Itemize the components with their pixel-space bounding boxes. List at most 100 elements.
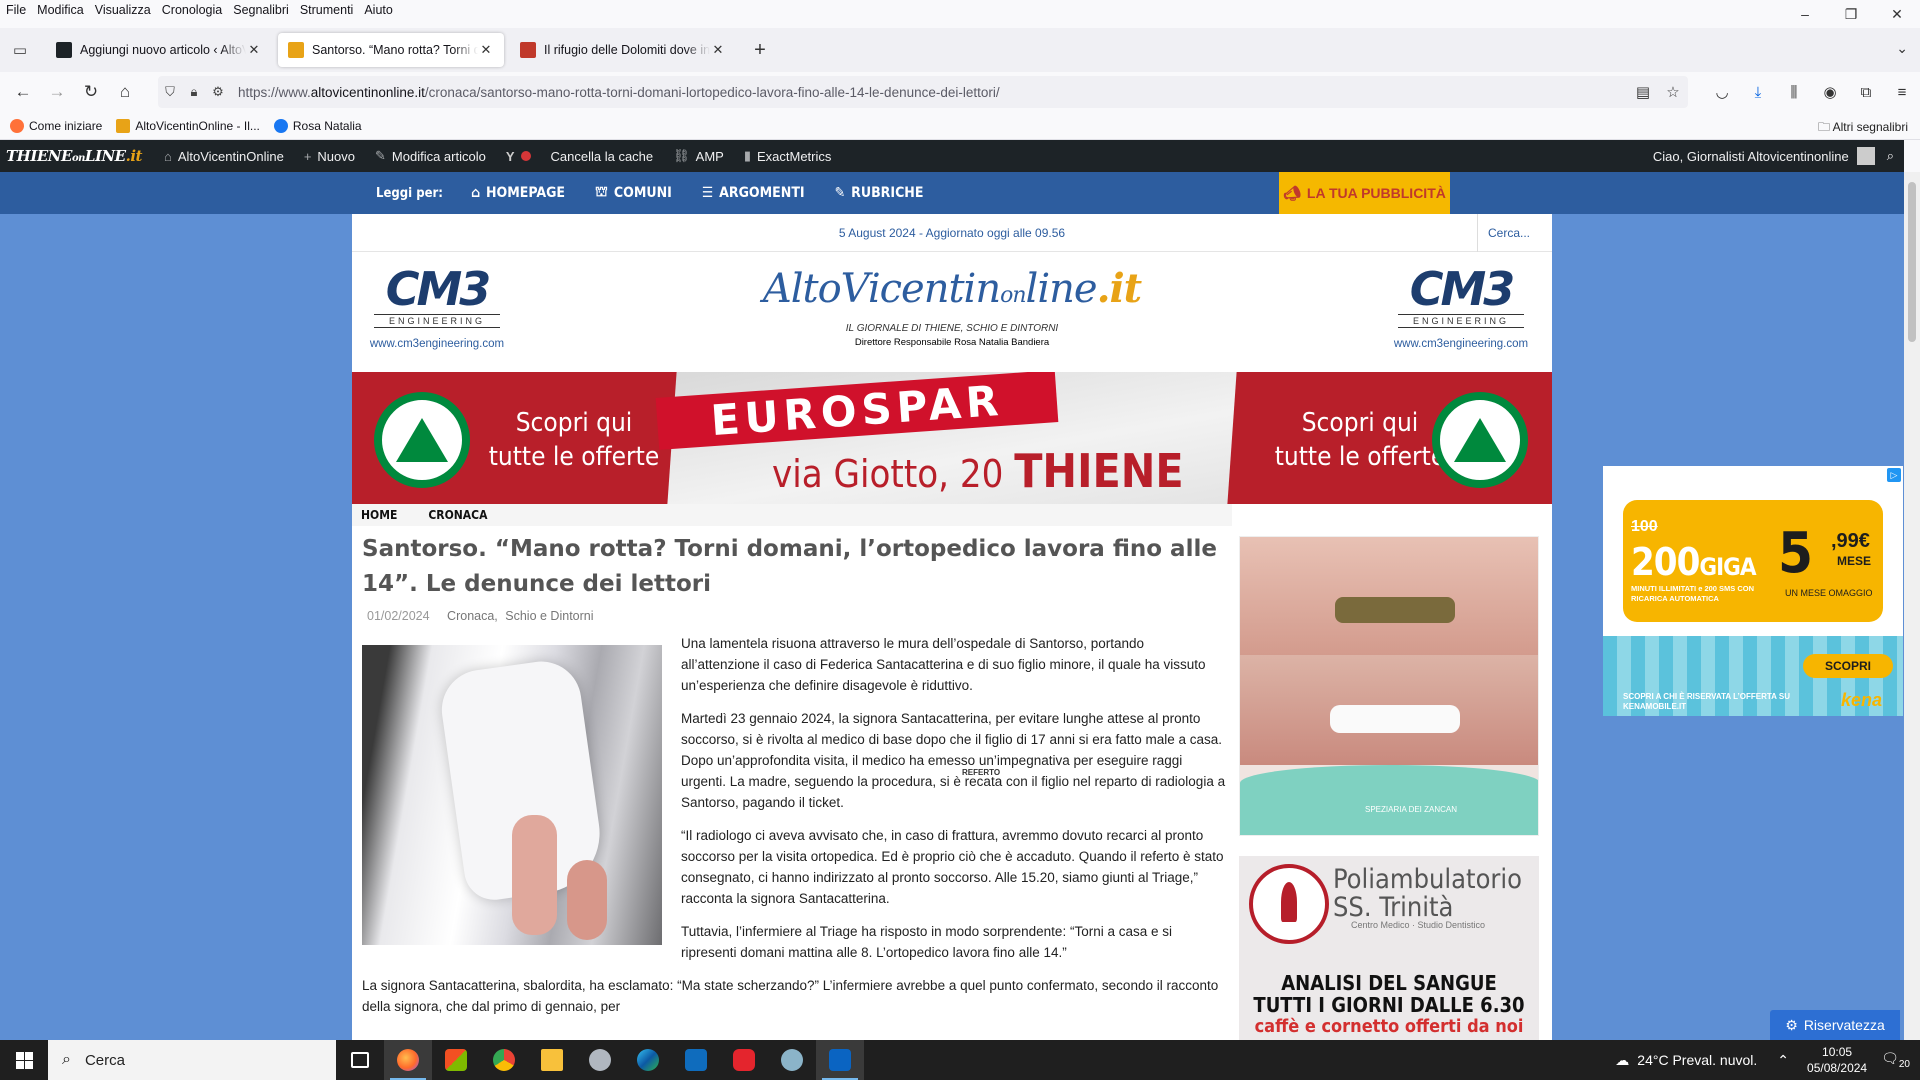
extensions-icon[interactable]: ⧉	[1848, 84, 1884, 101]
megaphone-icon: 📣︎	[1283, 184, 1301, 201]
wp-yoast[interactable]: Y	[496, 140, 541, 172]
wp-site-name[interactable]: ⌂ AltoVicentinOnline	[154, 140, 294, 172]
tab-santorso-article[interactable]: Santorso. “Mano rotta? Torni domani, l’o…	[278, 33, 504, 67]
breadcrumb-cronaca[interactable]: CRONACA	[428, 508, 487, 522]
avatar[interactable]	[1856, 147, 1875, 165]
nav-argomenti[interactable]: ☰ ARGOMENTI	[702, 185, 805, 201]
bookmark-star-icon[interactable]: ☆	[1658, 83, 1688, 101]
url-bar[interactable]: ⛉ 🔒︎ ⚙︎ https://www.altovicentinonline.i…	[158, 76, 1688, 108]
close-tab-icon[interactable]: ✕	[710, 42, 726, 58]
app2-taskbar-icon[interactable]	[768, 1040, 816, 1080]
other-bookmarks[interactable]: 🗀 Altri segnalibri	[1818, 118, 1908, 139]
search-icon[interactable]: ⌕	[1887, 148, 1894, 164]
taskbar-search[interactable]: ⌕ Cerca	[48, 1040, 336, 1080]
page-scrollbar[interactable]	[1904, 172, 1920, 1040]
mail-taskbar-icon[interactable]	[672, 1040, 720, 1080]
close-window-button[interactable]: ✕	[1874, 0, 1920, 28]
article-image[interactable]	[362, 645, 662, 945]
bookmark-rosa-natalia[interactable]: Rosa Natalia	[273, 118, 362, 133]
dashboard-icon: ⌂	[163, 148, 172, 164]
reload-icon[interactable]: ↻	[74, 76, 108, 108]
clock[interactable]: 10:05 05/08/2024	[1807, 1044, 1867, 1076]
reader-view-icon[interactable]: ▤	[1628, 83, 1658, 101]
kena-mobile-ad[interactable]: ▷ 100 200GIGA MINUTI ILLIMITATI e 200 SM…	[1603, 466, 1903, 716]
list-icon: ☰	[701, 185, 714, 201]
acrobat-taskbar-icon[interactable]	[720, 1040, 768, 1080]
privacy-settings-button[interactable]: ⚙ Riservatezza	[1770, 1010, 1900, 1040]
bookmark-come-iniziare[interactable]: Come iniziare	[10, 118, 102, 133]
pocket-icon[interactable]: ◡	[1704, 83, 1740, 101]
menu-aiuto[interactable]: Aiuto	[358, 3, 398, 17]
edge-taskbar-icon[interactable]	[624, 1040, 672, 1080]
tab-aggiungi-articolo[interactable]: Aggiungi nuovo articolo ‹ AltoVicentinOn…	[46, 33, 272, 67]
wp-edit-post[interactable]: ✎ Modifica articolo	[365, 140, 496, 172]
cm3-ad-right[interactable]: CM3 ENGINEERING www.cm3engineering.com	[1386, 266, 1536, 350]
account-icon[interactable]: ◉	[1812, 83, 1848, 101]
minimize-button[interactable]: –	[1782, 0, 1828, 28]
search-input[interactable]: Cerca...	[1477, 214, 1552, 252]
menu-visualizza[interactable]: Visualizza	[89, 3, 156, 17]
new-tab-icon[interactable]: +	[744, 39, 776, 62]
facebook-icon	[273, 118, 288, 133]
favicon-icon	[56, 42, 72, 58]
wp-clear-cache[interactable]: Cancella la cache	[541, 140, 664, 172]
nav-comuni[interactable]: ⛫ COMUNI	[595, 184, 672, 202]
back-icon[interactable]: ←	[6, 76, 40, 108]
menu-modifica[interactable]: Modifica	[31, 3, 89, 17]
store-taskbar-icon[interactable]	[432, 1040, 480, 1080]
wp-amp[interactable]: ⛓︎ AMP	[663, 140, 734, 172]
permissions-icon[interactable]: ⚙︎	[206, 84, 230, 100]
downloads-icon[interactable]: ⤓	[1740, 84, 1776, 101]
lock-icon[interactable]: 🔒︎	[182, 84, 206, 100]
firefox-view-icon[interactable]: ▭	[0, 28, 40, 72]
dental-ad[interactable]: SPEZIARIA DEI ZANCAN	[1239, 536, 1539, 836]
wp-greeting[interactable]: Ciao, Giornalisti Altovicentinonline	[1653, 149, 1849, 164]
nav-rubriche[interactable]: ✎ RUBRICHE	[835, 185, 924, 201]
leggi-per-label: Leggi per:	[376, 185, 443, 201]
file-explorer-taskbar-icon[interactable]	[528, 1040, 576, 1080]
outlook-taskbar-icon[interactable]	[816, 1040, 864, 1080]
poliambulatorio-ad[interactable]: Poliambulatorio SS. Trinità Centro Medico…	[1239, 856, 1539, 1040]
notifications-icon[interactable]: 🗨︎20	[1881, 1050, 1910, 1070]
tracking-shield-icon[interactable]: ⛉	[158, 84, 182, 100]
cm3-ad-left[interactable]: CM3 ENGINEERING www.cm3engineering.com	[362, 266, 512, 350]
library-icon[interactable]: ⫼	[1776, 84, 1812, 101]
menu-cronologia[interactable]: Cronologia	[156, 3, 227, 17]
tab-rifugio-dolomiti[interactable]: Il rifugio delle Dolomiti dove in ✕	[510, 33, 736, 67]
close-tab-icon[interactable]: ✕	[246, 42, 262, 58]
menu-segnalibri[interactable]: Segnalibri	[227, 3, 294, 17]
spar-logo-icon	[1432, 392, 1528, 488]
ad-info-icon[interactable]: ▷	[1887, 468, 1901, 482]
app-taskbar-icon[interactable]	[576, 1040, 624, 1080]
home-icon[interactable]: ⌂	[108, 76, 142, 108]
task-view-icon[interactable]	[336, 1040, 384, 1080]
wp-new[interactable]: + Nuovo	[294, 140, 365, 172]
restore-button[interactable]: ❐	[1828, 0, 1874, 28]
firefox-taskbar-icon[interactable]	[384, 1040, 432, 1080]
app-menu-icon[interactable]: ≡	[1884, 84, 1920, 101]
eurospar-banner-ad[interactable]: Scopri qui tutte le offerte EUROSPAR via …	[352, 372, 1552, 504]
site-logo[interactable]: AltoVicentinonline.it IL GIORNALE DI THI…	[602, 266, 1302, 349]
list-all-tabs-icon[interactable]: ⌄	[1896, 40, 1908, 57]
start-button[interactable]	[0, 1040, 48, 1080]
url-text[interactable]: https://www.altovicentinonline.it/cronac…	[238, 85, 1000, 100]
breadcrumb-home[interactable]: HOME	[361, 508, 397, 522]
kena-scopri-button[interactable]: SCOPRI	[1803, 654, 1893, 678]
chevron-up-icon[interactable]: ⌃	[1777, 1052, 1789, 1069]
navigation-toolbar: ← → ↻ ⌂ ⛉ 🔒︎ ⚙︎ https://www.altovicentin…	[0, 72, 1920, 112]
nav-homepage[interactable]: ⌂ HOMEPAGE	[471, 185, 565, 201]
weather-widget[interactable]: ☁ 24°C Preval. nuvol.	[1615, 1052, 1757, 1069]
wp-exactmetrics[interactable]: ▮ ExactMetrics	[734, 140, 842, 172]
la-tua-pubblicita-button[interactable]: 📣︎ LA TUA PUBBLICITÀ	[1279, 172, 1450, 214]
close-tab-icon[interactable]: ✕	[478, 42, 494, 58]
forward-icon[interactable]: →	[40, 76, 74, 108]
bookmark-altovicentinonline[interactable]: AltoVicentinOnline - Il...	[116, 118, 260, 133]
category-cronaca[interactable]: Cronaca,	[447, 609, 498, 623]
thiene-online-logo[interactable]: THIENEonLINE.it	[0, 147, 154, 165]
pencil-icon: ✎	[834, 185, 846, 201]
menu-strumenti[interactable]: Strumenti	[294, 3, 359, 17]
category-schio[interactable]: Schio e Dintorni	[505, 609, 593, 623]
menu-file[interactable]: File	[0, 3, 31, 17]
chrome-taskbar-icon[interactable]	[480, 1040, 528, 1080]
kena-logo: kena	[1841, 690, 1883, 710]
